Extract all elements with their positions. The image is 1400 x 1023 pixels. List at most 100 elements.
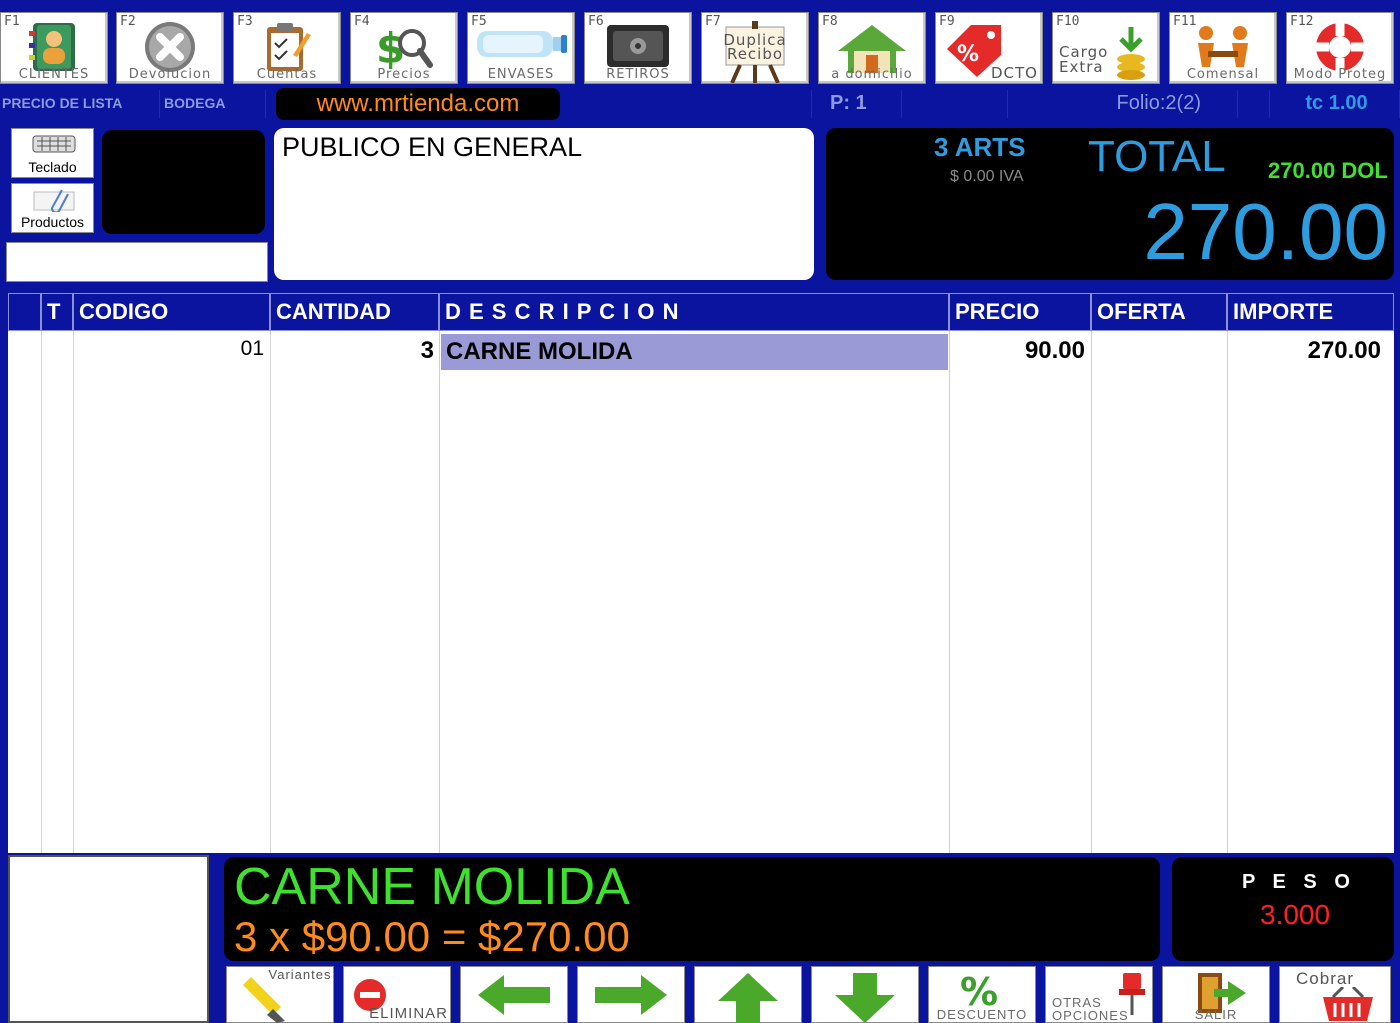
f9-dcto-button[interactable]: F9 % DCTO — [935, 12, 1043, 84]
cell-descripcion: CARNE MOLIDA — [441, 334, 948, 370]
salir-button[interactable]: SALIR — [1162, 966, 1270, 1023]
website-banner[interactable]: www.mrtienda.com — [276, 88, 560, 120]
f2-key-label: F2 — [120, 14, 136, 29]
current-item-panel: CARNE MOLIDA 3 x $90.00 = $270.00 — [224, 857, 1160, 961]
f10-key-label: F10 — [1056, 14, 1080, 29]
svg-text:%: % — [960, 971, 998, 1011]
customer-panel[interactable]: PUBLICO EN GENERAL — [274, 128, 814, 280]
barcode-input[interactable] — [6, 242, 268, 282]
keyboard-label: Teclado — [28, 159, 77, 175]
f12-key-label: F12 — [1290, 14, 1314, 29]
up-arrow-button[interactable] — [694, 966, 802, 1023]
left-arrow-button[interactable] — [460, 966, 568, 1023]
f7-duplica-recibo-button[interactable]: F7 Duplica Recibo — [701, 12, 809, 84]
f3-key-label: F3 — [237, 14, 253, 29]
salir-label: SALIR — [1194, 1007, 1238, 1022]
keyboard-icon — [32, 133, 76, 160]
weight-value: 3.000 — [1260, 899, 1331, 930]
otras-opciones-button[interactable]: OTRAS OPCIONES — [1045, 966, 1153, 1023]
f11-label: Comensal — [1186, 67, 1260, 82]
price-list-label[interactable]: PRECIO DE LISTA — [0, 90, 160, 118]
grand-total: 270.00 — [1143, 187, 1388, 276]
right-arrow-button[interactable] — [577, 966, 685, 1023]
col-divider — [270, 331, 271, 853]
col-header-cantidad[interactable]: CANTIDAD — [270, 293, 439, 331]
current-item-name: CARNE MOLIDA — [234, 858, 630, 916]
f1-clientes-button[interactable]: F1 CLIENTES — [0, 12, 108, 84]
f2-devolucion-button[interactable]: F2 Devolucion — [116, 12, 224, 84]
product-image-box — [102, 130, 265, 234]
variantes-button[interactable]: Variantes — [226, 966, 334, 1023]
cell-codigo: 01 — [240, 337, 264, 360]
article-count: 3 ARTS — [934, 132, 1026, 162]
f6-key-label: F6 — [588, 14, 604, 29]
eliminar-label: ELIMINAR — [369, 1005, 448, 1022]
customer-name: PUBLICO EN GENERAL — [282, 132, 583, 162]
total-label: TOTAL — [1088, 132, 1226, 181]
arrow-right-icon — [591, 971, 671, 1023]
arrow-up-icon — [716, 971, 780, 1023]
cell-cantidad: 3 — [420, 337, 434, 364]
dollar-total: 270.00 DOL — [1268, 158, 1388, 183]
descuento-label: DESCUENTO — [936, 1007, 1028, 1022]
keyboard-button[interactable]: Teclado — [11, 128, 94, 178]
f10-label: Cargo Extra — [1059, 43, 1109, 76]
title-bar — [0, 0, 1400, 6]
f6-label: RETIROS — [606, 67, 670, 82]
col-divider — [73, 331, 74, 853]
warehouse-label[interactable]: BODEGA — [162, 90, 266, 118]
f4-key-label: F4 — [354, 14, 370, 29]
info-spacer-1 — [566, 90, 812, 118]
descuento-button[interactable]: % DESCUENTO — [928, 966, 1036, 1023]
coins-arrow-icon — [1111, 21, 1151, 88]
arrow-down-icon — [833, 971, 897, 1023]
cobrar-label: Cobrar — [1296, 969, 1354, 988]
page-indicator: P: 1 — [814, 90, 902, 118]
col-header-select[interactable] — [8, 293, 41, 331]
f8-domicilio-button[interactable]: F8 a domicilio — [818, 12, 926, 84]
f1-key-label: F1 — [4, 14, 20, 29]
shopping-basket-icon — [1313, 985, 1383, 1023]
col-header-codigo[interactable]: CODIGO — [73, 293, 270, 331]
current-item-calc: 3 x $90.00 = $270.00 — [234, 913, 630, 960]
products-button[interactable]: Productos — [11, 183, 94, 233]
col-divider — [1227, 331, 1228, 853]
folio-indicator: Folio:2(2) — [1010, 90, 1238, 118]
col-divider — [41, 331, 42, 853]
eliminar-button[interactable]: ELIMINAR — [343, 966, 451, 1023]
f9-label: DCTO — [991, 64, 1038, 82]
col-divider — [949, 331, 950, 853]
f12-modo-proteg-button[interactable]: F12 Modo Proteg — [1286, 12, 1394, 84]
info-bar: PRECIO DE LISTA BODEGA P: 1 Folio:2(2) t… — [0, 90, 1400, 118]
col-header-descripcion[interactable]: D E S C R I P C I O N — [439, 293, 949, 331]
f10-cargo-extra-button[interactable]: F10 Cargo Extra — [1052, 12, 1160, 84]
exchange-rate: tc 1.00 — [1272, 90, 1400, 118]
iva-amount: $ 0.00 IVA — [950, 168, 1024, 185]
f7-key-label: F7 — [705, 14, 721, 29]
down-arrow-button[interactable] — [811, 966, 919, 1023]
f4-precios-button[interactable]: F4 $ Precios — [350, 12, 458, 84]
col-header-precio[interactable]: PRECIO — [949, 293, 1091, 331]
col-divider — [439, 331, 440, 853]
info-spacer-2 — [904, 90, 1008, 118]
cell-precio: 90.00 — [1024, 337, 1085, 364]
cobrar-button[interactable]: Cobrar — [1279, 966, 1391, 1023]
f8-label: a domicilio — [831, 67, 913, 82]
f12-label: Modo Proteg — [1293, 67, 1387, 82]
f7-label: Duplica Recibo — [723, 31, 787, 63]
f3-cuentas-button[interactable]: F3 Cuentas — [233, 12, 341, 84]
col-header-oferta[interactable]: OFERTA — [1091, 293, 1227, 331]
col-divider — [1091, 331, 1092, 853]
f5-label: ENVASES — [487, 67, 555, 82]
f6-retiros-button[interactable]: F6 RETIROS — [584, 12, 692, 84]
f3-label: Cuentas — [256, 67, 318, 82]
arrow-left-icon — [474, 971, 554, 1023]
products-label: Productos — [20, 214, 85, 230]
sale-items-table: T CODIGO CANTIDAD D E S C R I P C I O N … — [8, 293, 1394, 853]
f5-envases-button[interactable]: F5 ENVASES — [467, 12, 575, 84]
otras-opciones-label: OTRAS OPCIONES — [1052, 995, 1129, 1023]
col-header-t[interactable]: T — [41, 293, 73, 331]
col-header-importe[interactable]: IMPORTE — [1227, 293, 1394, 331]
f1-label: CLIENTES — [18, 67, 90, 82]
f11-comensal-button[interactable]: F11 Comensal — [1169, 12, 1277, 84]
